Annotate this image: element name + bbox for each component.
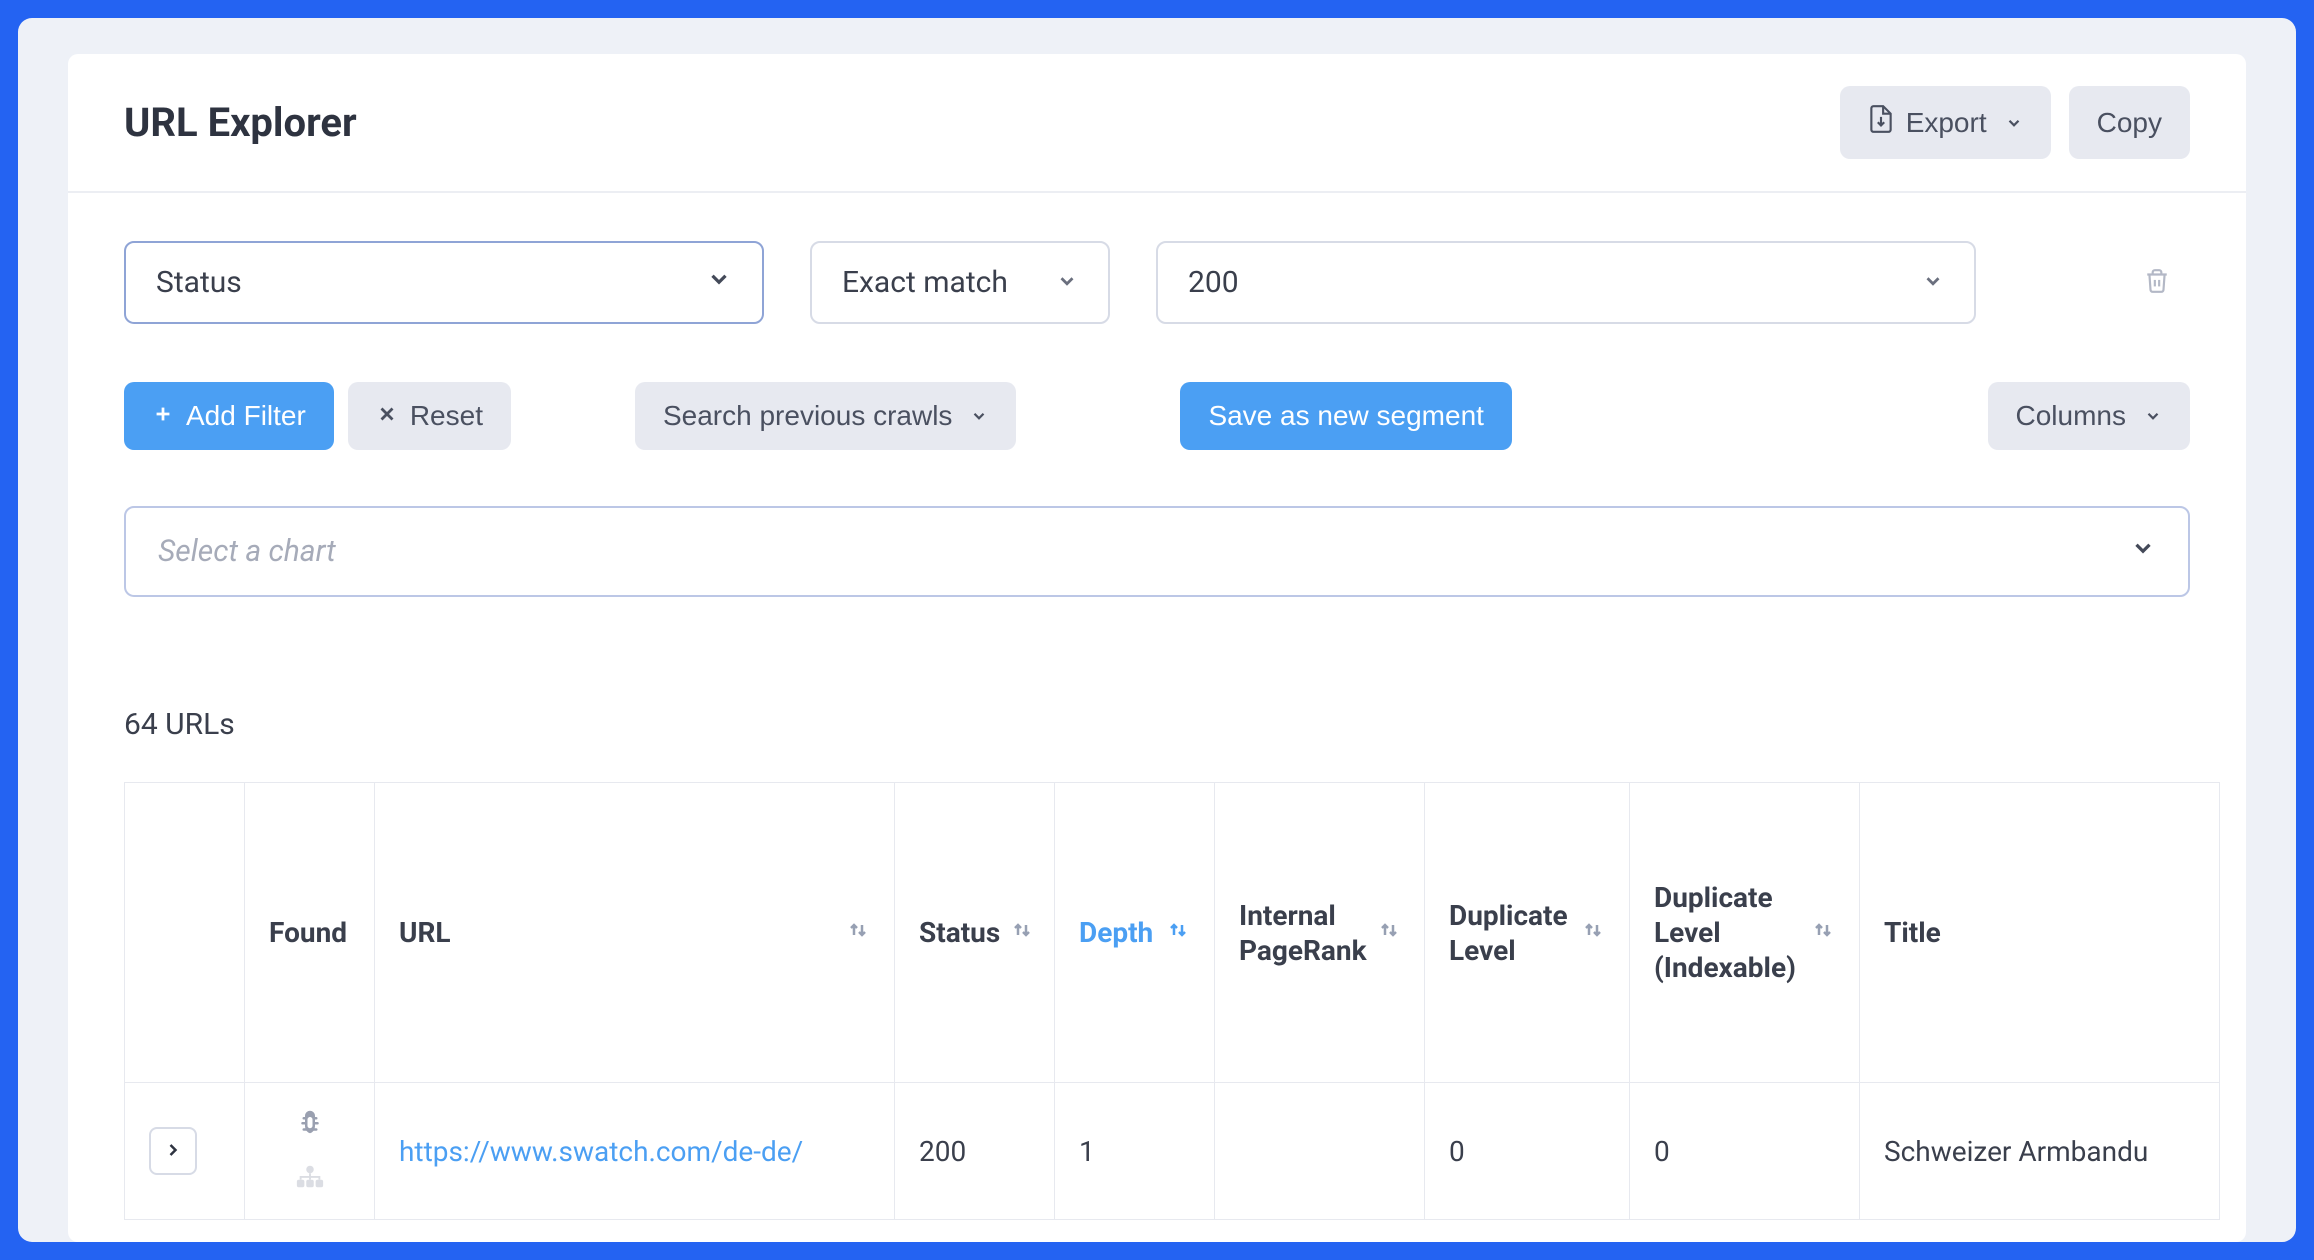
chevron-right-icon [163, 1140, 183, 1163]
column-url-label: URL [399, 915, 451, 950]
found-icons [269, 1107, 350, 1195]
trash-icon [2144, 266, 2170, 299]
results-table: Found URL Status [124, 782, 2220, 1220]
chart-select-placeholder: Select a chart [158, 534, 336, 569]
column-found[interactable]: Found [245, 783, 375, 1083]
add-filter-label: Add Filter [186, 400, 306, 432]
cell-status: 200 [895, 1083, 1055, 1220]
column-ipr-label: Internal PageRank [1239, 898, 1367, 968]
filter-field-value: Status [156, 265, 242, 300]
cell-internal-pagerank [1215, 1083, 1425, 1220]
close-icon [376, 400, 398, 432]
filter-row: Status Exact match 200 [124, 241, 2190, 324]
columns-button[interactable]: Columns [1988, 382, 2190, 450]
cell-depth: 1 [1055, 1083, 1215, 1220]
bug-icon [295, 1107, 325, 1144]
chevron-down-icon [970, 400, 988, 432]
column-depth[interactable]: Depth [1055, 783, 1215, 1083]
search-previous-label: Search previous crawls [663, 400, 952, 432]
reset-label: Reset [410, 400, 483, 432]
copy-button[interactable]: Copy [2069, 86, 2190, 159]
column-url[interactable]: URL [375, 783, 895, 1083]
column-dupi-label: Duplicate Level (Indexable) [1654, 880, 1801, 985]
column-internal-pagerank[interactable]: Internal PageRank [1215, 783, 1425, 1083]
filter-match-select[interactable]: Exact match [810, 241, 1110, 324]
column-status[interactable]: Status [895, 783, 1055, 1083]
action-row: Add Filter Reset Search previous crawls … [124, 382, 2190, 450]
url-link[interactable]: https://www.swatch.com/de-de/ [399, 1135, 803, 1168]
chevron-down-icon [2130, 534, 2156, 569]
card-header: URL Explorer Export [68, 54, 2246, 193]
cell-duplicate-level: 0 [1425, 1083, 1630, 1220]
save-segment-label: Save as new segment [1208, 400, 1484, 432]
sort-icon [1166, 916, 1190, 949]
column-duplicate-level[interactable]: Duplicate Level [1425, 783, 1630, 1083]
export-label: Export [1906, 107, 1987, 139]
column-duplicate-level-indexable[interactable]: Duplicate Level (Indexable) [1630, 783, 1860, 1083]
copy-label: Copy [2097, 107, 2162, 139]
file-export-icon [1868, 104, 1894, 141]
table-row: https://www.swatch.com/de-de/ 200 1 0 0 … [125, 1083, 2220, 1220]
sort-icon [1811, 916, 1835, 949]
chevron-down-icon [2005, 107, 2023, 139]
results-count: 64 URLs [124, 707, 2190, 742]
sort-icon [846, 916, 870, 949]
chevron-down-icon [2144, 400, 2162, 432]
column-title-label: Title [1884, 915, 1941, 950]
filter-match-value: Exact match [842, 265, 1008, 300]
chevron-down-icon [706, 265, 732, 300]
expand-row-button[interactable] [149, 1127, 197, 1175]
search-previous-crawls-button[interactable]: Search previous crawls [635, 382, 1016, 450]
chart-select[interactable]: Select a chart [124, 506, 2190, 597]
columns-label: Columns [2016, 400, 2126, 432]
column-found-label: Found [269, 915, 347, 950]
delete-filter-button[interactable] [2144, 266, 2170, 299]
filter-field-select[interactable]: Status [124, 241, 764, 324]
filter-value-select[interactable]: 200 [1156, 241, 1976, 324]
sort-icon [1377, 916, 1401, 949]
filter-value: 200 [1188, 265, 1239, 300]
chevron-down-icon [1922, 265, 1944, 300]
reset-button[interactable]: Reset [348, 382, 511, 450]
column-depth-label: Depth [1079, 915, 1153, 950]
export-button[interactable]: Export [1840, 86, 2051, 159]
column-title[interactable]: Title [1860, 783, 2220, 1083]
save-segment-button[interactable]: Save as new segment [1180, 382, 1512, 450]
sort-icon [1581, 916, 1605, 949]
sort-icon [1010, 916, 1034, 949]
column-expand [125, 783, 245, 1083]
sitemap-icon [295, 1162, 325, 1195]
column-dup-label: Duplicate Level [1449, 898, 1571, 968]
page-title: URL Explorer [124, 99, 357, 146]
chevron-down-icon [1056, 265, 1078, 300]
column-status-label: Status [919, 915, 1000, 950]
plus-icon [152, 400, 174, 432]
add-filter-button[interactable]: Add Filter [124, 382, 334, 450]
cell-title: Schweizer Armbandu [1860, 1083, 2220, 1220]
cell-duplicate-level-indexable: 0 [1630, 1083, 1860, 1220]
